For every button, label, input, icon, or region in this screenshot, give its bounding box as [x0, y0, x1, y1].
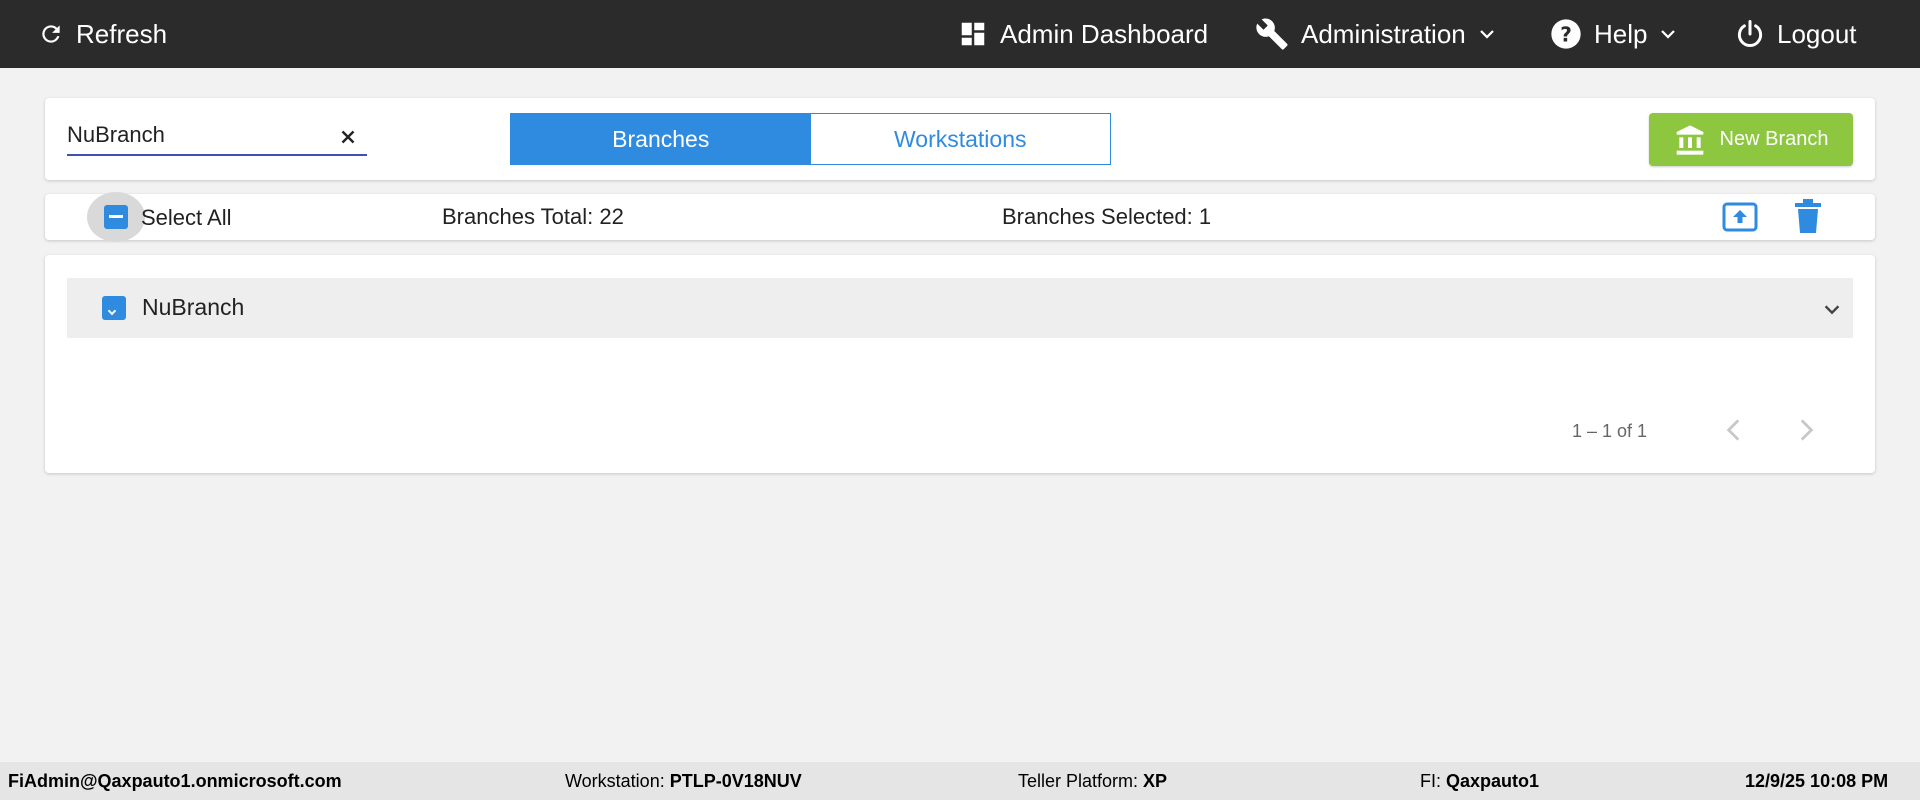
pagination-range: 1 – 1 of 1 — [1572, 421, 1648, 441]
refresh-label: Refresh — [76, 18, 168, 49]
chevron-down-icon[interactable] — [1821, 298, 1843, 320]
dashboard-icon — [961, 22, 985, 46]
help-menu[interactable]: ? Help — [1550, 0, 1677, 68]
admin-dashboard-label: Admin Dashboard — [1000, 18, 1209, 49]
status-datetime: 12/9/25 10:08 PM — [1745, 771, 1889, 791]
close-icon[interactable] — [337, 126, 359, 148]
tab-workstations[interactable]: Workstations — [810, 114, 1110, 164]
status-fi: FI: Qaxpauto1 — [1420, 771, 1539, 792]
fi-label: FI: — [1420, 771, 1446, 791]
search-tabs-card: Branches Workstations New Branch — [45, 98, 1875, 180]
search-input[interactable] — [67, 118, 327, 152]
branch-name: NuBranch — [142, 294, 245, 320]
chevron-right-icon[interactable] — [1793, 415, 1819, 445]
top-navigation-bar: Refresh Admin Dashboard Administration ?… — [0, 0, 1920, 68]
list-item[interactable]: NuBranch — [67, 278, 1853, 338]
wrench-icon — [1256, 18, 1288, 50]
fi-value: Qaxpauto1 — [1446, 771, 1540, 791]
workstation-label: Workstation: — [565, 771, 670, 791]
status-bar: FiAdmin@Qaxpauto1.onmicrosoft.com Workst… — [0, 762, 1920, 800]
chevron-down-icon — [1661, 30, 1676, 39]
select-all-label[interactable]: Select All — [141, 205, 232, 231]
status-teller-platform: Teller Platform: XP — [1018, 771, 1167, 792]
chevron-down-icon — [1479, 30, 1494, 39]
selection-bar: Select All Branches Total: 22 Branches S… — [45, 192, 1875, 242]
admin-dashboard-link[interactable]: Admin Dashboard — [958, 0, 1208, 68]
new-branch-label: New Branch — [1719, 128, 1829, 150]
status-workstation: Workstation: PTLP-0V18NUV — [565, 771, 802, 792]
power-icon — [1737, 20, 1763, 47]
teller-platform-label: Teller Platform: — [1018, 771, 1144, 791]
view-tabs: Branches Workstations — [510, 113, 1111, 165]
help-circle-icon: ? — [1551, 19, 1581, 49]
upload-icon[interactable] — [1721, 199, 1759, 235]
chevron-left-icon[interactable] — [1721, 415, 1747, 445]
workstation-value: PTLP-0V18NUV — [669, 771, 802, 791]
administration-label: Administration — [1301, 18, 1466, 49]
branches-selected-label: Branches Selected: 1 — [1002, 204, 1212, 229]
help-label: Help — [1594, 18, 1648, 49]
trash-icon[interactable] — [1793, 198, 1823, 234]
row-checkbox[interactable] — [102, 296, 126, 320]
administration-menu[interactable]: Administration — [1255, 0, 1496, 68]
logout-label: Logout — [1777, 18, 1857, 49]
search-field — [67, 118, 367, 156]
new-branch-button[interactable]: New Branch — [1649, 113, 1853, 166]
status-user: FiAdmin@Qaxpauto1.onmicrosoft.com — [8, 771, 342, 791]
teller-platform-value: XP — [1143, 771, 1168, 791]
refresh-icon — [42, 25, 60, 43]
branch-list-card: NuBranch 1 – 1 of 1 — [45, 255, 1875, 473]
select-all-checkbox[interactable] — [104, 205, 128, 229]
refresh-button[interactable]: Refresh — [38, 0, 167, 68]
tab-branches[interactable]: Branches — [511, 114, 811, 164]
bank-icon — [1676, 124, 1703, 155]
svg-text:?: ? — [1560, 22, 1572, 46]
branches-total-label: Branches Total: 22 — [442, 204, 624, 229]
logout-button[interactable]: Logout — [1735, 0, 1857, 68]
